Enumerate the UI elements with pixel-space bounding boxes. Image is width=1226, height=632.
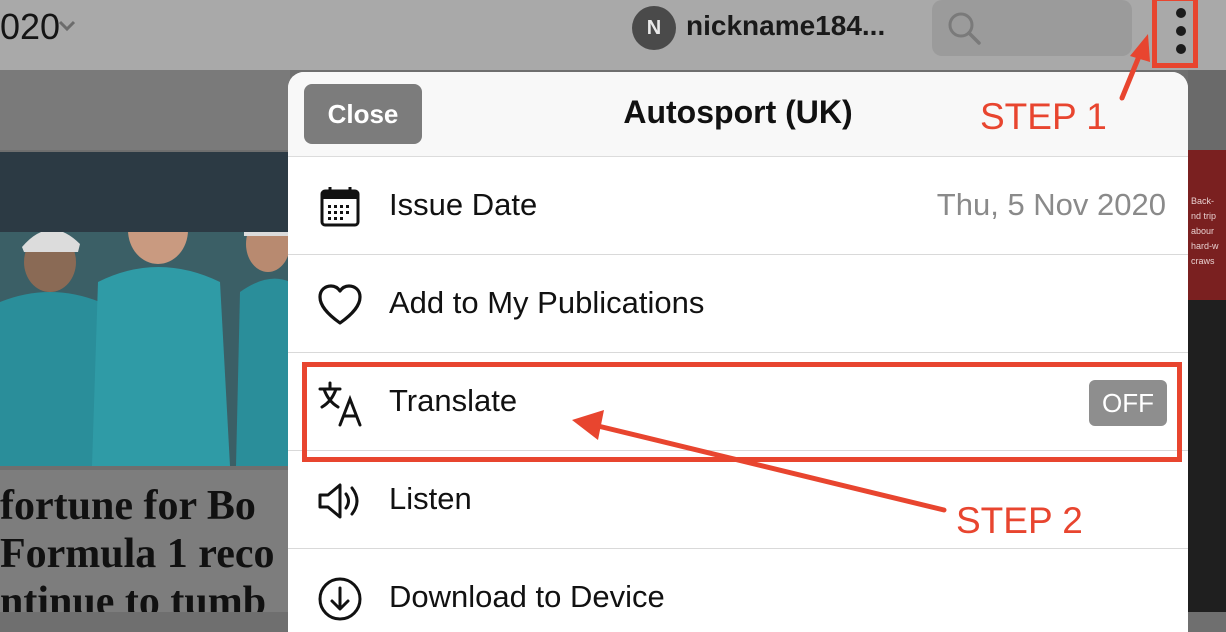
- headline-line: fortune for Bo: [0, 483, 256, 529]
- download-icon: [318, 577, 362, 621]
- add-to-publications-row[interactable]: Add to My Publications: [288, 255, 1188, 353]
- advert-text: craws: [1191, 256, 1215, 266]
- article-photo[interactable]: [0, 152, 290, 466]
- advert-text: abour: [1191, 226, 1215, 236]
- issue-date-value: Thu, 5 Nov 2020: [936, 187, 1166, 222]
- article-headline[interactable]: fortune for Bo Formula 1 reco ntinue to …: [0, 470, 290, 612]
- right-dark-panel: [1188, 300, 1226, 612]
- listen-label: Listen: [389, 481, 472, 516]
- headline-line: ntinue to tumb: [0, 579, 267, 612]
- advert-text: Back-: [1191, 196, 1215, 206]
- calendar-icon: [320, 187, 360, 227]
- issue-year-selector[interactable]: 020: [0, 6, 60, 48]
- advert-text: hard-w: [1191, 241, 1219, 251]
- username[interactable]: nickname184...: [686, 10, 885, 42]
- top-bar: 020 N nickname184...: [0, 0, 1226, 70]
- avatar[interactable]: N: [632, 6, 676, 50]
- search-input[interactable]: [932, 0, 1132, 56]
- download-label: Download to Device: [389, 579, 665, 614]
- download-row[interactable]: Download to Device: [288, 549, 1188, 632]
- step2-highlight-box: [302, 362, 1182, 462]
- headline-line: Formula 1 reco: [0, 531, 275, 577]
- issue-date-row[interactable]: Issue Date Thu, 5 Nov 2020: [288, 157, 1188, 255]
- right-advert[interactable]: Back- nd trip abour hard-w craws: [1188, 150, 1226, 300]
- speaker-icon: [318, 483, 359, 519]
- search-icon: [948, 12, 981, 45]
- add-to-publications-label: Add to My Publications: [389, 285, 705, 320]
- step1-highlight-box: [1152, 0, 1198, 68]
- chevron-down-icon[interactable]: [56, 14, 78, 36]
- advert-text: nd trip: [1191, 211, 1217, 221]
- step2-annotation: STEP 2: [956, 500, 1083, 541]
- heart-icon: [318, 284, 362, 325]
- photo-background: [0, 152, 290, 232]
- page-background: [0, 70, 290, 150]
- publication-options-sheet: Close Autosport (UK) Issue Date Thu, 5 N…: [288, 72, 1188, 632]
- issue-date-label: Issue Date: [389, 187, 538, 222]
- step1-annotation: STEP 1: [980, 96, 1107, 137]
